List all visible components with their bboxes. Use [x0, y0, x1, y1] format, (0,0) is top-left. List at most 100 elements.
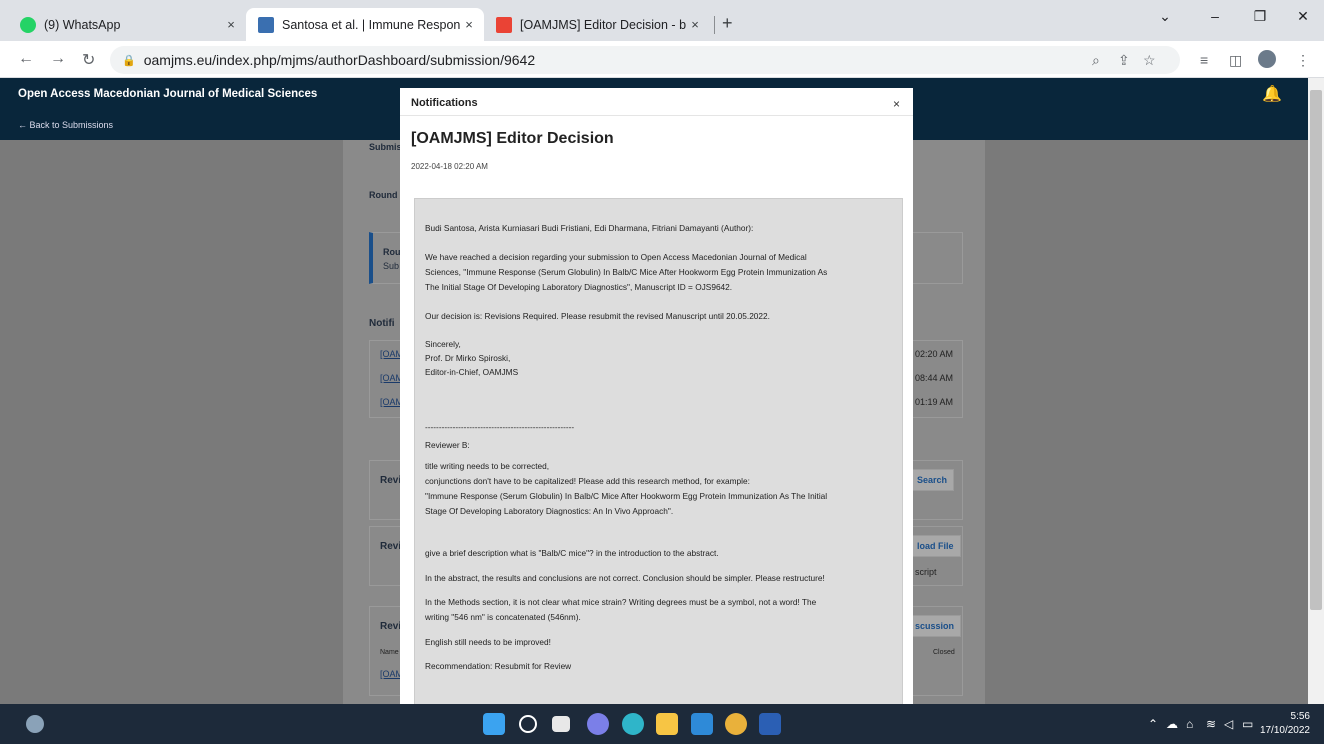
tray-chevron-icon[interactable]: ⌃ — [1148, 717, 1158, 731]
task-view-icon[interactable] — [552, 716, 570, 732]
share-icon[interactable]: ⇪ — [1118, 52, 1130, 69]
onedrive-icon[interactable]: ☁ — [1166, 717, 1178, 731]
close-window-icon[interactable]: ✕ — [1288, 8, 1318, 25]
edge-browser-icon[interactable] — [622, 713, 644, 735]
mail-icon[interactable] — [691, 713, 713, 735]
tab-whatsapp[interactable]: (9) WhatsApp × — [8, 8, 246, 41]
name-column-header: Name — [380, 649, 399, 656]
close-tab-icon[interactable]: × — [460, 17, 478, 32]
network-status-icon[interactable]: ⌂ — [1186, 717, 1193, 731]
round-notice-title: Rou — [383, 247, 401, 257]
message-line: ----------------------------------------… — [425, 422, 575, 432]
message-line: Recommendation: Resubmit for Review — [425, 661, 572, 671]
message-line: give a brief description what is "Balb/C… — [425, 548, 719, 558]
message-line: Prof. Dr Mirko Spiroski, — [425, 353, 511, 363]
gmail-icon — [496, 16, 512, 33]
system-clock[interactable]: 5:56 17/10/2022 — [1252, 710, 1310, 738]
review-discussions-label: Revi — [380, 621, 402, 632]
chrome-icon[interactable] — [725, 713, 747, 735]
bookmark-star-icon[interactable]: ☆ — [1143, 52, 1156, 69]
address-toolbar: ← → ↻ 🔒 oamjms.eu/index.php/mjms/authorD… — [0, 41, 1324, 78]
windows-taskbar: ⌃ ☁ ⌂ ≋ ◁ ▭ 5:56 17/10/2022 — [0, 704, 1324, 744]
notification-modal: Notifications × [OAMJMS] Editor Decision… — [400, 88, 913, 704]
search-button[interactable]: Search — [910, 469, 955, 491]
reload-icon[interactable]: ↻ — [82, 50, 95, 70]
message-line: title writing needs to be corrected, — [425, 461, 550, 471]
side-panel-icon[interactable]: ◫ — [1229, 52, 1242, 69]
message-line: Budi Santosa, Arista Kurniasari Budi Fri… — [425, 223, 754, 233]
tab-gmail[interactable]: [OAMJMS] Editor Decision - budi × — [484, 8, 710, 41]
lock-icon: 🔒 — [122, 54, 136, 67]
clock-time: 5:56 — [1290, 711, 1310, 722]
message-line: Reviewer B: — [425, 440, 470, 450]
notification-time: 01:19 AM — [915, 397, 954, 407]
file-type-text: script — [915, 567, 937, 577]
message-line: conjunctions don't have to be capitalize… — [425, 476, 750, 486]
message-line: Stage Of Developing Laboratory Diagnosti… — [425, 506, 674, 516]
new-tab-button[interactable]: + — [722, 13, 733, 34]
menu-icon[interactable]: ⋮ — [1296, 52, 1310, 69]
notification-title: [OAMJMS] Editor Decision — [411, 130, 614, 147]
back-icon[interactable]: ← — [18, 50, 34, 68]
message-line: Sciences, "Immune Response (Serum Globul… — [425, 267, 828, 277]
browser-tab-bar: (9) WhatsApp × Santosa et al. | Immune R… — [0, 0, 1324, 41]
wifi-icon[interactable]: ≋ — [1206, 717, 1216, 731]
notification-time: 08:44 AM — [915, 373, 954, 383]
close-tab-icon[interactable]: × — [686, 17, 704, 32]
restore-icon[interactable]: ❐ — [1245, 8, 1275, 25]
whatsapp-icon — [20, 16, 36, 33]
modal-header-title: Notifications — [411, 97, 478, 109]
revised-files-label: Revi — [380, 541, 402, 552]
round-tab[interactable]: Round — [369, 190, 398, 200]
back-to-submissions-link[interactable]: ← Back to Submissions — [18, 120, 113, 130]
notification-message: Budi Santosa, Arista Kurniasari Budi Fri… — [414, 198, 903, 704]
notifications-heading: Notifi — [369, 318, 395, 329]
message-line: "Immune Response (Serum Globulin) In Bal… — [425, 491, 828, 501]
message-line: The Initial Stage Of Developing Laborato… — [425, 282, 733, 292]
teams-chat-icon[interactable] — [587, 713, 609, 735]
message-line: Sincerely, — [425, 339, 461, 349]
close-tab-icon[interactable]: × — [222, 17, 240, 32]
tab-title: Santosa et al. | Immune Respons — [282, 17, 460, 32]
message-line: We have reached a decision regarding you… — [425, 252, 807, 262]
profile-avatar-icon[interactable] — [1258, 50, 1276, 68]
notification-time: 02:20 AM — [915, 349, 954, 359]
forward-icon[interactable]: → — [50, 50, 66, 68]
page-scrollbar[interactable] — [1308, 78, 1324, 704]
clock-date: 17/10/2022 — [1259, 725, 1310, 736]
minimize-icon[interactable]: – — [1200, 8, 1230, 24]
message-line: In the Methods section, it is not clear … — [425, 597, 817, 607]
modal-header: Notifications × — [400, 88, 913, 116]
message-line: English still needs to be improved! — [425, 637, 551, 647]
notification-date: 2022-04-18 02:20 AM — [411, 162, 488, 171]
tab-title: (9) WhatsApp — [44, 17, 121, 32]
message-line: Our decision is: Revisions Required. Ple… — [425, 311, 770, 321]
volume-icon[interactable]: ◁ — [1224, 717, 1233, 731]
word-icon[interactable] — [759, 713, 781, 735]
tab-separator — [714, 16, 715, 34]
scrollbar-thumb[interactable] — [1310, 90, 1322, 610]
upload-file-button[interactable]: load File — [910, 535, 961, 557]
tab-santosa[interactable]: Santosa et al. | Immune Respons × — [246, 8, 484, 41]
search-icon[interactable] — [519, 715, 537, 733]
oamjms-favicon-icon — [258, 16, 274, 33]
weather-widget-icon[interactable] — [26, 715, 44, 733]
message-line: writing "546 nm" is concatenated (546nm)… — [425, 612, 581, 622]
review-files-label: Revi — [380, 475, 402, 486]
message-line: In the abstract, the results and conclus… — [425, 573, 825, 583]
zoom-icon[interactable]: ⌕ — [1092, 52, 1100, 69]
url-text: oamjms.eu/index.php/mjms/authorDashboard… — [143, 52, 536, 68]
windows-start-icon[interactable] — [483, 713, 505, 735]
tab-search-icon[interactable]: ⌄ — [1150, 8, 1180, 25]
add-discussion-button[interactable]: scussion — [908, 615, 962, 637]
journal-title[interactable]: Open Access Macedonian Journal of Medica… — [18, 88, 317, 100]
closed-column-header: Closed — [933, 649, 955, 656]
message-line: Editor-in-Chief, OAMJMS — [425, 367, 519, 377]
url-field[interactable]: 🔒 oamjms.eu/index.php/mjms/authorDashboa… — [110, 46, 1180, 74]
notification-bell-icon[interactable]: 🔔 — [1262, 84, 1282, 104]
submission-tab[interactable]: Submis — [369, 142, 402, 152]
reading-list-icon[interactable]: ≡ — [1200, 52, 1208, 68]
round-notice-text: Sub — [383, 261, 400, 271]
close-modal-icon[interactable]: × — [893, 97, 900, 111]
file-explorer-icon[interactable] — [656, 713, 678, 735]
